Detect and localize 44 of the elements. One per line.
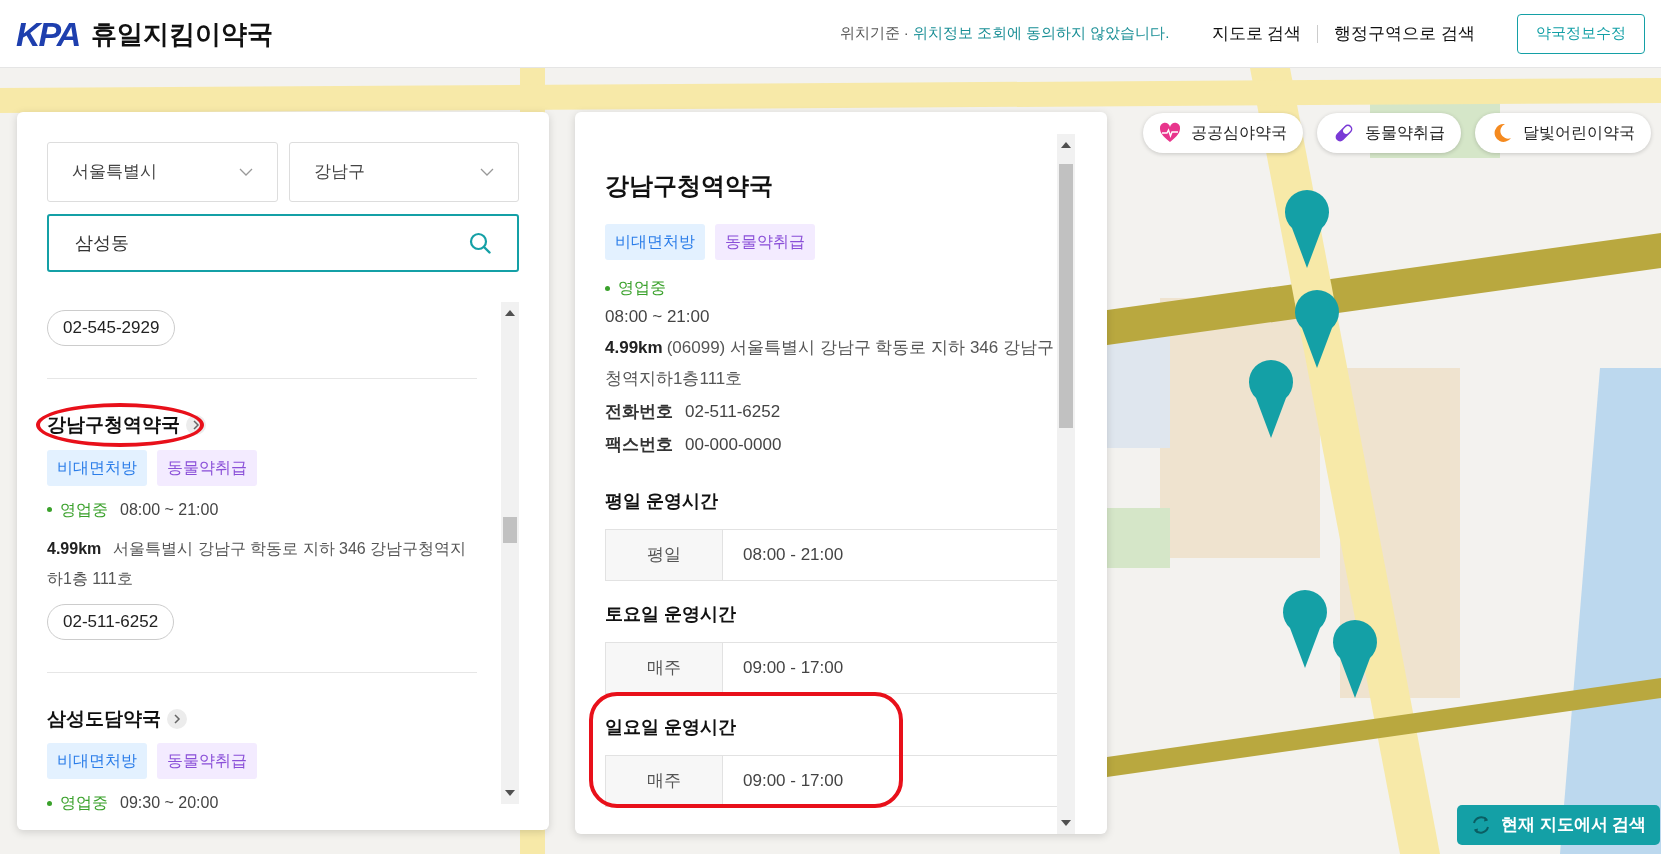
status-text: 영업중 <box>60 793 108 813</box>
tag: 비대면처방 <box>605 224 705 260</box>
phone-button[interactable]: 02-511-6252 <box>47 603 175 640</box>
dropdown[interactable]: 서울특별시 <box>47 142 278 202</box>
schedule-heading: 평일 운영시간 <box>605 489 719 513</box>
tag: 동물약취급 <box>715 224 815 260</box>
address-text: 4.99km 서울특별시 강남구 학동로 지하 346 강남구청역지하1층 111호 <box>47 538 468 589</box>
hours-cell-text: 08:00 - 21:00 <box>742 543 845 566</box>
hours-text: 08:00 ~ 21:00 <box>605 306 711 328</box>
hours-cell-text: 09:00 - 17:00 <box>742 769 845 792</box>
search-field[interactable]: 삼성동 <box>47 214 519 272</box>
day-cell: 매주 <box>605 755 723 806</box>
phone-number: 02-511-6252 <box>685 400 781 423</box>
tag: 비대면처방 <box>47 743 147 779</box>
location-label: 위치기준 · <box>839 23 909 44</box>
field-label: 팩스번호 <box>605 433 673 456</box>
hours-text: 09:30 ~ 20:00 <box>120 793 219 813</box>
nav-link[interactable]: 지도로 검색 <box>1211 20 1302 47</box>
schedule-heading: 토요일 운영시간 <box>605 602 737 626</box>
nav-link[interactable]: 행정구역으로 검색 <box>1334 20 1475 47</box>
hours-cell-text: 09:00 - 17:00 <box>742 656 845 679</box>
dropdown[interactable]: 강남구 <box>288 142 519 202</box>
filter-chip[interactable]: 공공심야약국 <box>1143 113 1303 153</box>
address-text: 4.99km (06099) 서울특별시 강남구 학동로 지하 346 강남구청역지하1층111호 <box>605 336 1055 390</box>
hours-text: 08:00 ~ 21:00 <box>120 499 219 520</box>
field-label: 전화번호 <box>605 400 673 423</box>
pharmacy-name[interactable]: 삼성도담약국 <box>47 704 161 733</box>
tag: 비대면처방 <box>47 449 147 486</box>
tag: 동물약취급 <box>157 743 257 779</box>
filter-chip[interactable]: 동물약취급 <box>1317 113 1461 153</box>
filter-chip[interactable]: 달빛어린이약국 <box>1475 113 1651 153</box>
tag: 동물약취급 <box>157 449 257 486</box>
schedule-heading: 일요일 운영시간 <box>605 715 737 739</box>
status-text: 영업중 <box>60 499 108 520</box>
status-text: 영업중 <box>618 278 666 298</box>
site-title: 휴일지킴이약국 <box>91 20 274 47</box>
logo[interactable]: KPA <box>16 16 80 51</box>
pharmacy-title: 강남구청역약국 <box>605 171 774 201</box>
pharmacy-name[interactable]: 강남구청역약국 <box>47 411 180 440</box>
day-cell: 평일 <box>605 529 723 580</box>
location-notice: 위치정보 조회에 동의하지 않았습니다. <box>912 23 1170 44</box>
fax-number: 00-000-0000 <box>685 433 782 456</box>
phone-button[interactable]: 02-545-2929 <box>47 310 176 346</box>
day-cell: 매주 <box>605 642 723 693</box>
